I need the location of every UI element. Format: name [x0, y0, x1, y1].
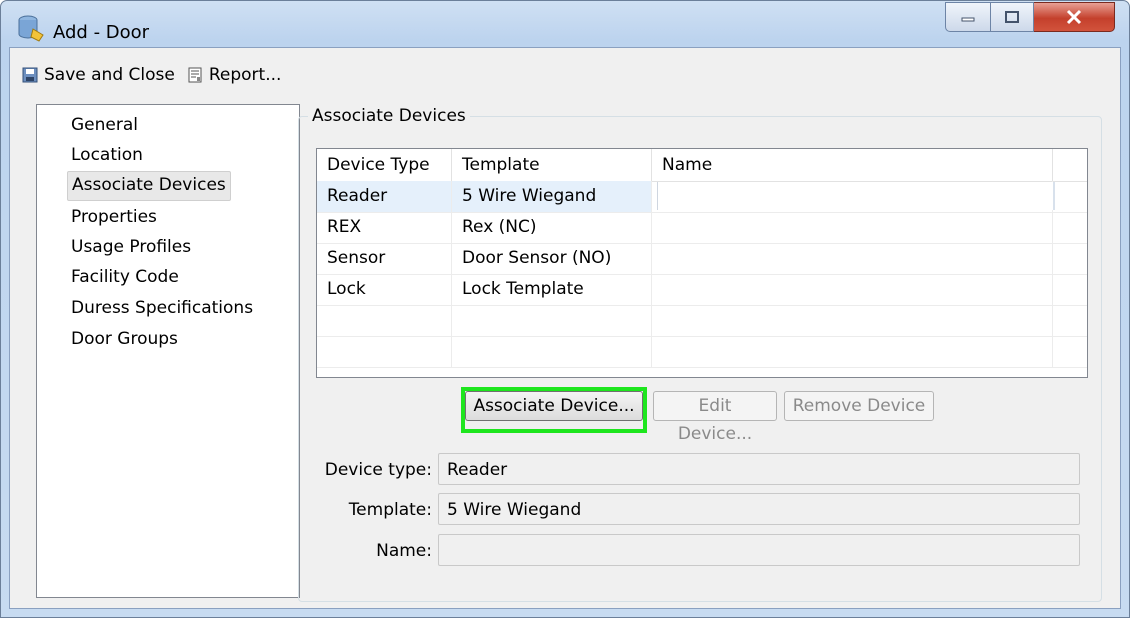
- cell-device-type: Lock: [317, 274, 452, 305]
- cell-template: Door Sensor (NO): [452, 243, 652, 274]
- nav-item-location[interactable]: Location: [67, 141, 147, 169]
- template-label: Template:: [348, 500, 432, 520]
- empty-cell: [652, 336, 1053, 367]
- nav-item-duress-specifications[interactable]: Duress Specifications: [67, 294, 257, 322]
- nav-item-associate-devices[interactable]: Associate Devices: [67, 171, 231, 201]
- highlight-box: [461, 387, 647, 433]
- device-type-field[interactable]: Reader: [438, 453, 1080, 485]
- cell-template: Rex (NC): [452, 212, 652, 243]
- add-door-window: Add - Door Save and Close Report... Gene…: [0, 0, 1130, 618]
- empty-cell: [452, 305, 652, 336]
- save-icon: [22, 67, 38, 83]
- table-row[interactable]: Sensor Door Sensor (NO): [317, 243, 1087, 275]
- name-cell-editor[interactable]: [657, 182, 1055, 210]
- dialog-client-area: Save and Close Report... General Locatio…: [9, 47, 1121, 609]
- nav-item-door-groups[interactable]: Door Groups: [67, 325, 182, 353]
- empty-cell: [652, 305, 1053, 336]
- close-button[interactable]: [1034, 2, 1115, 32]
- save-and-close-label: Save and Close: [44, 65, 175, 85]
- minimize-icon: [961, 17, 975, 22]
- maximize-button[interactable]: [991, 2, 1034, 32]
- empty-cell: [317, 305, 452, 336]
- remove-device-button[interactable]: Remove Device: [784, 391, 934, 421]
- title-bar[interactable]: Add - Door: [1, 1, 1129, 47]
- report-icon: [188, 67, 202, 83]
- table-row[interactable]: REX Rex (NC): [317, 212, 1087, 244]
- devices-grid: Device Type Template Name Reader 5 Wire …: [316, 148, 1088, 378]
- column-header-template[interactable]: Template: [452, 149, 652, 181]
- toolbar: Save and Close Report...: [18, 62, 285, 88]
- nav-item-properties[interactable]: Properties: [67, 203, 161, 231]
- maximize-icon: [1005, 11, 1019, 23]
- template-field[interactable]: 5 Wire Wiegand: [438, 493, 1080, 525]
- empty-row: [317, 305, 1087, 337]
- minimize-button[interactable]: [945, 2, 991, 32]
- cell-template: Lock Template: [452, 274, 652, 305]
- device-type-label: Device type:: [324, 460, 432, 480]
- save-and-close-button[interactable]: Save and Close: [18, 62, 179, 88]
- cell-name[interactable]: [652, 243, 1053, 274]
- grid-header: Device Type Template Name: [317, 149, 1087, 182]
- cell-device-type: REX: [317, 212, 452, 243]
- empty-row: [317, 336, 1087, 368]
- cell-name[interactable]: [652, 212, 1053, 243]
- cell-template: 5 Wire Wiegand: [452, 181, 652, 212]
- column-header-device-type[interactable]: Device Type: [317, 149, 452, 181]
- name-label: Name:: [376, 541, 432, 561]
- empty-cell: [317, 336, 452, 367]
- nav-item-general[interactable]: General: [67, 111, 142, 139]
- cell-device-type: Reader: [317, 181, 452, 212]
- table-row[interactable]: Reader 5 Wire Wiegand: [317, 181, 1087, 213]
- app-database-icon: [18, 15, 44, 42]
- name-field[interactable]: [438, 534, 1080, 566]
- empty-cell: [452, 336, 652, 367]
- close-icon: [1066, 9, 1082, 25]
- edit-device-button[interactable]: Edit Device...: [653, 391, 777, 444]
- nav-item-facility-code[interactable]: Facility Code: [67, 263, 183, 291]
- navigation-list: General Location Associate Devices Prope…: [36, 104, 300, 598]
- table-row[interactable]: Lock Lock Template: [317, 274, 1087, 306]
- caption-buttons: [945, 2, 1115, 32]
- column-header-name[interactable]: Name: [652, 149, 1053, 181]
- window-title: Add - Door: [53, 22, 150, 43]
- nav-item-usage-profiles[interactable]: Usage Profiles: [67, 233, 195, 261]
- report-button[interactable]: Report...: [183, 62, 286, 88]
- group-title: Associate Devices: [308, 106, 470, 126]
- report-label: Report...: [208, 65, 282, 85]
- cell-name[interactable]: [652, 274, 1053, 305]
- cell-device-type: Sensor: [317, 243, 452, 274]
